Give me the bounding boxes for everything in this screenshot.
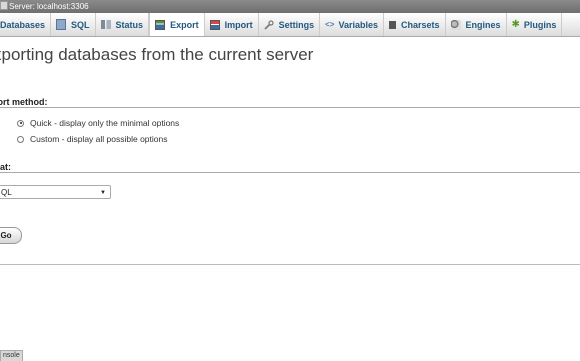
chevron-down-icon: ▼ bbox=[100, 190, 106, 196]
tab-settings[interactable]: Settings bbox=[259, 13, 321, 36]
tab-label: Charsets bbox=[400, 19, 440, 30]
radio-button[interactable] bbox=[17, 119, 24, 127]
format-selected-value: QL bbox=[1, 188, 12, 197]
server-title-bar: Server: localhost:3306 bbox=[0, 0, 580, 13]
tab-label: Engines bbox=[465, 19, 501, 30]
tab-label: Variables bbox=[338, 19, 378, 30]
radio-button[interactable] bbox=[17, 135, 24, 143]
radio-label: Custom - display all possible options bbox=[30, 134, 168, 144]
tab-engines[interactable]: Engines bbox=[446, 13, 507, 36]
tab-export[interactable]: Export bbox=[149, 13, 205, 36]
radio-custom[interactable]: Custom - display all possible options bbox=[17, 134, 167, 144]
tab-label: Plugins bbox=[523, 19, 557, 30]
server-icon bbox=[0, 1, 8, 10]
radio-quick[interactable]: Quick - display only the minimal options bbox=[17, 118, 179, 128]
tab-label: Databases bbox=[0, 19, 46, 30]
engines-icon bbox=[450, 19, 461, 30]
tab-label: Import bbox=[224, 19, 253, 30]
divider bbox=[0, 107, 580, 108]
console-toggle[interactable]: nsole bbox=[0, 350, 23, 361]
tab-label: Status bbox=[115, 19, 144, 30]
tab-plugins[interactable]: ✱ Plugins bbox=[507, 13, 563, 36]
divider bbox=[0, 172, 580, 173]
divider bbox=[0, 264, 580, 265]
tab-sql[interactable]: SQL bbox=[51, 13, 96, 36]
tab-status[interactable]: Status bbox=[96, 13, 150, 36]
tab-charsets[interactable]: Charsets bbox=[384, 13, 446, 36]
format-select[interactable]: QL ▼ bbox=[0, 185, 111, 199]
tab-variables[interactable]: <> Variables bbox=[320, 13, 384, 36]
charsets-icon bbox=[388, 20, 396, 29]
page-title: xporting databases from the current serv… bbox=[0, 45, 314, 64]
tab-label: SQL bbox=[71, 19, 90, 30]
server-title: Server: localhost:3306 bbox=[9, 2, 89, 11]
tab-label: Export bbox=[170, 19, 199, 30]
variables-icon: <> bbox=[325, 20, 335, 29]
plugins-icon: ✱ bbox=[511, 19, 520, 30]
radio-label: Quick - display only the minimal options bbox=[30, 118, 180, 128]
tab-import[interactable]: Import bbox=[205, 13, 259, 36]
export-icon bbox=[155, 19, 166, 30]
sql-icon bbox=[56, 19, 67, 30]
import-icon bbox=[209, 19, 220, 30]
format-label: mat: bbox=[0, 162, 12, 172]
tab-databases[interactable]: Databases bbox=[0, 13, 52, 36]
settings-icon bbox=[264, 19, 274, 30]
tab-label: Settings bbox=[278, 19, 315, 30]
status-icon bbox=[100, 20, 111, 29]
go-button[interactable]: Go bbox=[0, 227, 22, 244]
export-method-label: port method: bbox=[0, 97, 48, 107]
main-tabs: Databases SQL Status Export Import Setti… bbox=[0, 13, 580, 37]
